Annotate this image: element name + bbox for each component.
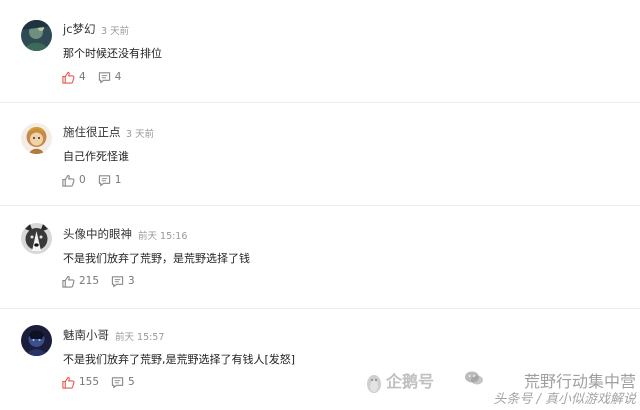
comment-icon bbox=[98, 174, 110, 186]
comment-text: 不是我们放弃了荒野,是荒野选择了有钱人[发怒] bbox=[63, 353, 296, 366]
like-count: 215 bbox=[79, 275, 100, 287]
like-button[interactable]: 215 bbox=[62, 274, 99, 288]
avatar[interactable] bbox=[21, 20, 52, 51]
username[interactable]: 魅南小哥 bbox=[63, 327, 109, 343]
comment-actions: 4 4 bbox=[62, 70, 133, 84]
like-button[interactable]: 155 bbox=[62, 375, 99, 389]
comment-item: 头像中的眼神 前天 15:16 不是我们放弃了荒野，是荒野选择了钱 215 3 bbox=[0, 206, 640, 309]
comment-icon bbox=[111, 376, 124, 388]
comment-text: 自己作死怪谁 bbox=[63, 150, 129, 163]
thumbs-up-icon bbox=[62, 174, 75, 187]
reply-count: 1 bbox=[114, 174, 122, 186]
comment-text: 那个时候还没有排位 bbox=[63, 47, 162, 60]
avatar[interactable] bbox=[21, 123, 52, 154]
like-button[interactable]: 0 bbox=[62, 173, 86, 187]
comment-item: 魅南小哥 前天 15:57 不是我们放弃了荒野,是荒野选择了有钱人[发怒] 15… bbox=[0, 309, 640, 410]
comment-text: 不是我们放弃了荒野，是荒野选择了钱 bbox=[63, 252, 250, 265]
username[interactable]: 施住很正点 bbox=[63, 124, 121, 140]
comment-actions: 215 3 bbox=[62, 274, 147, 288]
reply-count: 5 bbox=[128, 376, 135, 388]
comment-actions: 0 1 bbox=[62, 173, 133, 187]
thumbs-up-icon bbox=[62, 376, 75, 389]
timestamp: 3 天前 bbox=[126, 129, 155, 140]
like-count: 0 bbox=[79, 174, 86, 186]
avatar[interactable] bbox=[21, 325, 52, 356]
timestamp: 前天 15:57 bbox=[115, 332, 165, 343]
username[interactable]: jc梦幻 bbox=[63, 21, 96, 37]
reply-button[interactable]: 1 bbox=[98, 173, 122, 187]
comment-item: jc梦幻 3 天前 那个时候还没有排位 4 4 bbox=[0, 0, 640, 103]
reply-button[interactable]: 3 bbox=[111, 274, 135, 288]
reply-button[interactable]: 4 bbox=[98, 70, 122, 84]
timestamp: 前天 15:16 bbox=[138, 231, 188, 242]
comment-icon bbox=[98, 71, 110, 83]
comment-list: jc梦幻 3 天前 那个时候还没有排位 4 4 施住很正点 3 天前 自己作死怪… bbox=[0, 0, 640, 410]
like-button[interactable]: 4 bbox=[62, 70, 86, 84]
reply-button[interactable]: 5 bbox=[111, 375, 135, 389]
timestamp: 3 天前 bbox=[101, 26, 130, 37]
username[interactable]: 头像中的眼神 bbox=[63, 226, 132, 242]
avatar[interactable] bbox=[21, 223, 52, 254]
like-count: 4 bbox=[79, 71, 86, 83]
thumbs-up-icon bbox=[62, 71, 75, 84]
thumbs-up-icon bbox=[62, 275, 75, 288]
comment-icon bbox=[111, 275, 124, 287]
reply-count: 3 bbox=[128, 275, 135, 287]
comment-actions: 155 5 bbox=[62, 375, 147, 389]
comment-item: 施住很正点 3 天前 自己作死怪谁 0 1 bbox=[0, 103, 640, 206]
reply-count: 4 bbox=[114, 71, 122, 83]
like-count: 155 bbox=[79, 376, 100, 388]
